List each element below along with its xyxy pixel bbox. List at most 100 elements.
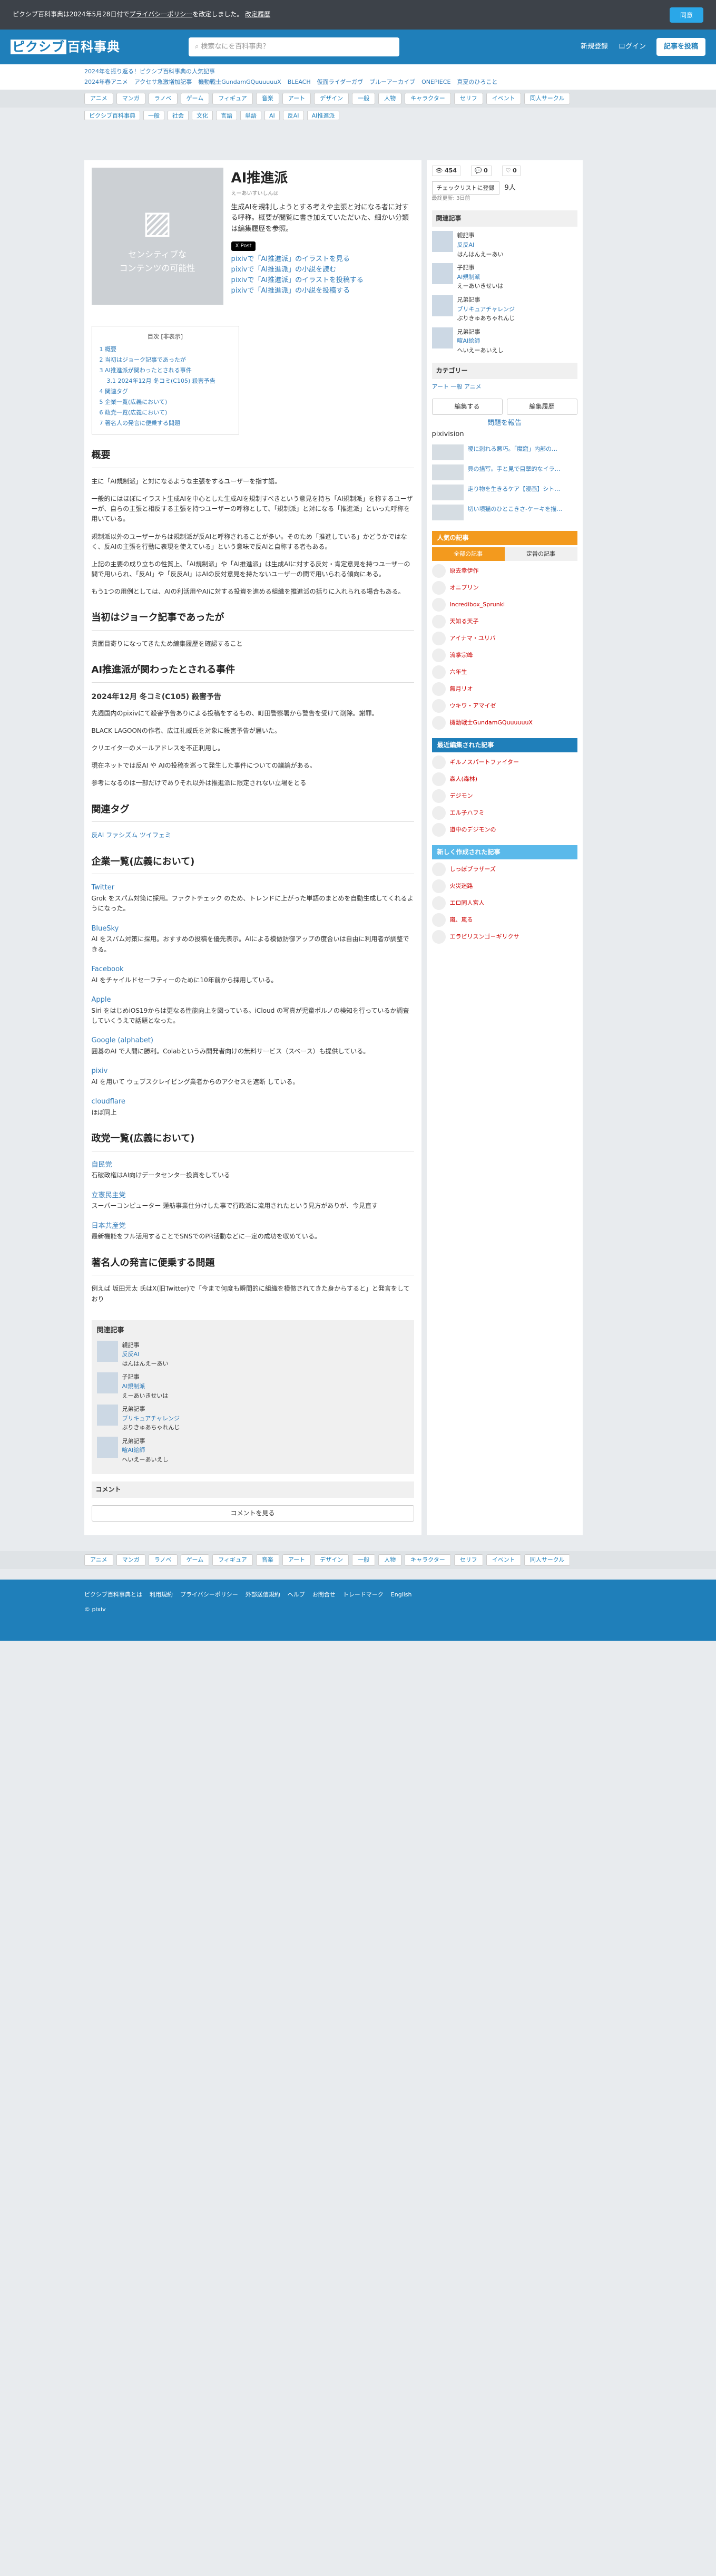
view-comments-button[interactable]: コメントを見る	[91, 1505, 414, 1522]
toc-item[interactable]: 4 関連タグ	[100, 386, 231, 397]
nav-item[interactable]: アニメ	[84, 93, 113, 104]
nav-item[interactable]: 音楽	[256, 1554, 279, 1566]
history-button[interactable]: 編集履歴	[506, 399, 577, 415]
login-link[interactable]: ログイン	[619, 42, 646, 53]
related-item[interactable]: 兄弟記事 喧AI絵師 へいえーあいえし	[96, 1436, 409, 1465]
nav-item[interactable]: デザイン	[314, 1554, 349, 1566]
nav-item[interactable]: アート	[282, 1554, 311, 1566]
history-link[interactable]: 改定履歴	[245, 11, 270, 18]
company-link[interactable]: Google (alphabet)	[92, 1037, 154, 1044]
company-link[interactable]: cloudflare	[92, 1098, 125, 1106]
footer-link[interactable]: ピクシブ百科事典とは	[84, 1590, 142, 1600]
sensitive-thumbnail[interactable]: ▨ センシティブな コンテンツの可能性	[91, 168, 223, 305]
agree-button[interactable]: 同意	[669, 7, 703, 23]
ranking-item[interactable]: ウキワ・アマイゼ	[431, 699, 577, 713]
nav-item[interactable]: 人物	[378, 1554, 402, 1566]
pixiv-link[interactable]: pixivで「AI推進派」の小説を読む	[231, 265, 414, 275]
nav-item[interactable]: 同人サークル	[524, 1554, 571, 1566]
promo-link[interactable]: 真夏のひろこと	[457, 79, 497, 85]
breadcrumb-item[interactable]: 社会	[168, 111, 189, 120]
nav-item[interactable]: ラノベ	[148, 1554, 178, 1566]
footer-link[interactable]: 外部送信規約	[246, 1590, 280, 1600]
breadcrumb-item[interactable]: AI	[264, 111, 280, 120]
related-item[interactable]: 子記事 AI規制派 えーあいきせいは	[431, 263, 577, 291]
promo-link[interactable]: 2024年春アニメ	[84, 79, 128, 85]
nav-item[interactable]: マンガ	[116, 93, 145, 104]
related-name[interactable]: ブリキュアチャレンジ	[457, 306, 515, 313]
nav-item[interactable]: セリフ	[454, 1554, 483, 1566]
nav-item[interactable]: イベント	[486, 93, 521, 104]
pixiv-link[interactable]: pixivで「AI推進派」のイラストを見る	[231, 254, 414, 265]
footer-link[interactable]: 利用規約	[150, 1590, 173, 1600]
recent-item[interactable]: 森人(森林)	[431, 772, 577, 787]
search-input[interactable]: ⌕ 検索なにを百科事典？	[189, 37, 399, 56]
party-link[interactable]: 日本共産党	[92, 1222, 126, 1230]
nav-item[interactable]: マンガ	[116, 1554, 145, 1566]
signup-link[interactable]: 新規登録	[581, 42, 608, 53]
party-link[interactable]: 自民党	[92, 1161, 112, 1169]
edit-button[interactable]: 編集する	[431, 399, 503, 415]
new-item[interactable]: エラビリスンゴ－ギリクサ	[431, 930, 577, 944]
pixiv-link[interactable]: pixivで「AI推進派」の小説を投稿する	[231, 286, 414, 296]
related-name[interactable]: 反反AI	[122, 1351, 140, 1358]
related-item[interactable]: 兄弟記事 ブリキュアチャレンジ ぶりきゅあちゃれんじ	[96, 1405, 409, 1432]
ranking-item[interactable]: 原去幸伊作	[431, 564, 577, 578]
toc-item[interactable]: 5 企業一覧(広義において)	[100, 397, 231, 408]
related-item[interactable]: 兄弟記事 喧AI絵師 へいえーあいえし	[431, 327, 577, 355]
post-article-button[interactable]: 記事を投稿	[656, 37, 705, 56]
footer-link[interactable]: ヘルプ	[288, 1590, 305, 1600]
nav-item[interactable]: デザイン	[314, 93, 349, 104]
nav-item[interactable]: 一般	[352, 1554, 376, 1566]
recent-item[interactable]: エル子ハフミ	[431, 806, 577, 820]
toc-item[interactable]: 2 当初はジョーク記事であったが	[100, 355, 231, 365]
breadcrumb-item[interactable]: 単語	[240, 111, 261, 120]
checklist-button[interactable]: チェックリストに登録	[431, 181, 499, 195]
new-item[interactable]: しっぽブラザーズ	[431, 863, 577, 877]
company-link[interactable]: Apple	[92, 996, 111, 1004]
nav-item[interactable]: アート	[282, 93, 311, 104]
breadcrumb-item[interactable]: AI推進派	[307, 111, 340, 120]
site-logo[interactable]: ピクシブ 百科事典	[11, 37, 120, 57]
category-link[interactable]: アニメ	[464, 383, 482, 390]
related-name[interactable]: ブリキュアチャレンジ	[122, 1415, 180, 1422]
x-post-button[interactable]: X Post	[231, 241, 256, 251]
company-link[interactable]: pixiv	[92, 1067, 108, 1075]
ranking-item[interactable]: 六年生	[431, 665, 577, 679]
ranking-item[interactable]: 流拳宗峰	[431, 648, 577, 662]
toc-item[interactable]: 7 著名人の発言に便乗する問題	[100, 418, 231, 429]
footer-link[interactable]: お問合せ	[312, 1590, 336, 1600]
pixivision-item[interactable]: 走り物を生きるケア【漫画】シト…	[431, 485, 577, 501]
ranking-item[interactable]: アイナマ・ユリバ	[431, 631, 577, 645]
recent-item[interactable]: 道中のデジモンの	[431, 823, 577, 837]
footer-link[interactable]: English	[391, 1590, 412, 1600]
nav-item[interactable]: セリフ	[454, 93, 483, 104]
toc-item[interactable]: 3 AI推進派が関わったとされる事件	[100, 365, 231, 376]
breadcrumb-item[interactable]: ピクシブ百科事典	[84, 111, 140, 120]
ranking-item[interactable]: 機動戦士GundamGQuuuuuuX	[431, 715, 577, 730]
pixiv-link[interactable]: pixivで「AI推進派」のイラストを投稿する	[231, 275, 414, 286]
nav-item[interactable]: ゲーム	[180, 93, 210, 104]
nav-item[interactable]: 音楽	[256, 93, 279, 104]
nav-item[interactable]: イベント	[486, 1554, 521, 1566]
related-item[interactable]: 子記事 AI規制派 えーあいきせいは	[96, 1372, 409, 1400]
footer-link[interactable]: トレードマーク	[343, 1590, 384, 1600]
related-name[interactable]: AI規制派	[457, 274, 480, 280]
breadcrumb-item[interactable]: 文化	[192, 111, 213, 120]
related-name[interactable]: AI規制派	[122, 1383, 145, 1390]
nav-item[interactable]: キャラクター	[405, 93, 451, 104]
privacy-link[interactable]: プライバシーポリシー	[129, 11, 192, 18]
related-item[interactable]: 親記事 反反AI はんはんえーあい	[96, 1340, 409, 1369]
nav-item[interactable]: 一般	[352, 93, 376, 104]
category-link[interactable]: アート	[432, 383, 451, 390]
promo-link[interactable]: BLEACH	[288, 79, 311, 85]
promo-link[interactable]: 2024年を振り返る！ピクシブ百科事典の人気記事	[84, 68, 215, 75]
breadcrumb-item[interactable]: 一般	[143, 111, 164, 120]
promo-link[interactable]: アクセサ急激増加記事	[134, 79, 192, 85]
new-item[interactable]: 嵐、嵐る	[431, 913, 577, 927]
promo-link[interactable]: 機動戦士GundamGQuuuuuuX	[198, 79, 281, 85]
promo-link[interactable]: 仮面ライダーガヴ	[317, 79, 364, 85]
company-link[interactable]: Facebook	[92, 965, 124, 973]
toc-item[interactable]: 1 概要	[100, 344, 231, 355]
breadcrumb-item[interactable]: 言語	[216, 111, 237, 120]
popular-tab[interactable]: 全部の記事	[431, 547, 505, 561]
